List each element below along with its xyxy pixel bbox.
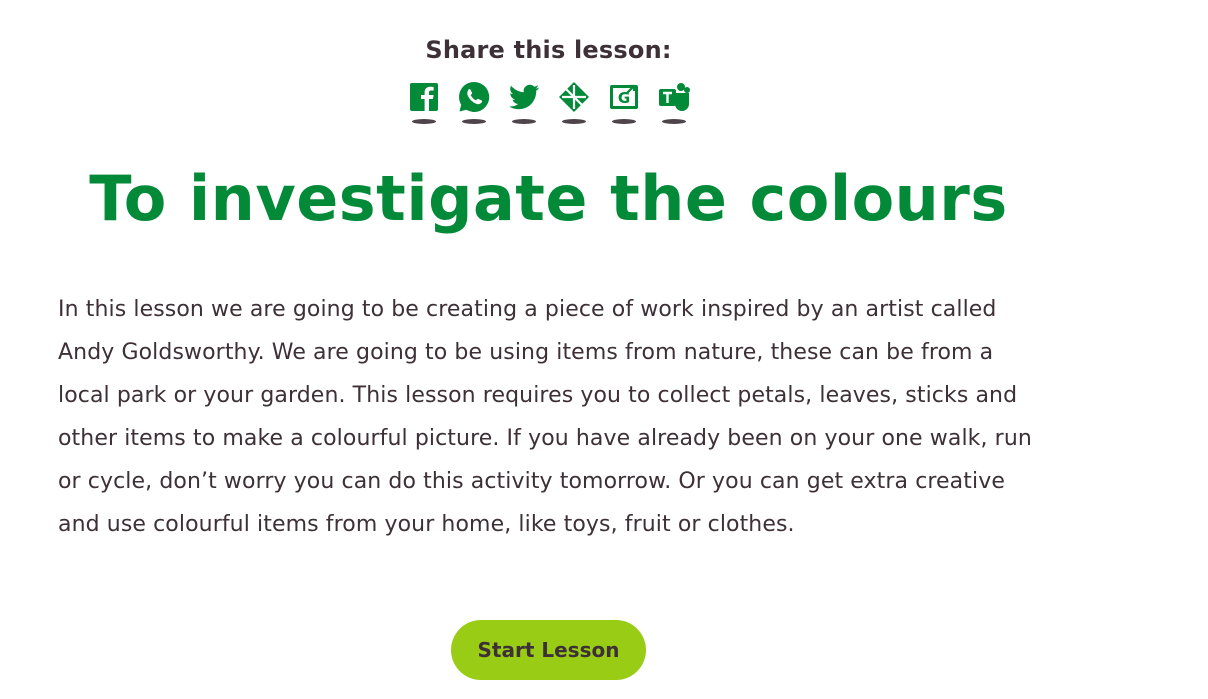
google-classroom-share-icon: G [610, 84, 638, 109]
google-classroom-share-shadow [612, 119, 636, 124]
start-lesson-button[interactable]: Start Lesson [451, 620, 646, 680]
facebook-icon [410, 83, 438, 111]
google-classroom-share-button[interactable] [556, 80, 592, 128]
twitter-share-button[interactable] [506, 80, 542, 128]
microsoft-teams-share-button[interactable] [656, 80, 692, 128]
google-classroom-shadow [562, 119, 586, 124]
whatsapp-icon [459, 81, 490, 112]
whatsapp-shadow [462, 119, 486, 124]
google-classroom-icon [559, 82, 589, 112]
whatsapp-share-button[interactable] [456, 80, 492, 128]
microsoft-teams-icon [659, 83, 690, 111]
microsoft-teams-shadow [662, 119, 686, 124]
lesson-description: In this lesson we are going to be creati… [58, 297, 1032, 537]
google-classroom-assign-button[interactable]: G [606, 80, 642, 128]
lesson-title: To investigate the colours [89, 162, 1008, 235]
facebook-shadow [412, 119, 436, 124]
facebook-share-button[interactable] [406, 80, 442, 128]
share-title: Share this lesson: [425, 36, 672, 64]
twitter-icon [509, 84, 540, 110]
twitter-shadow [512, 119, 536, 124]
share-icons: G [406, 80, 692, 128]
